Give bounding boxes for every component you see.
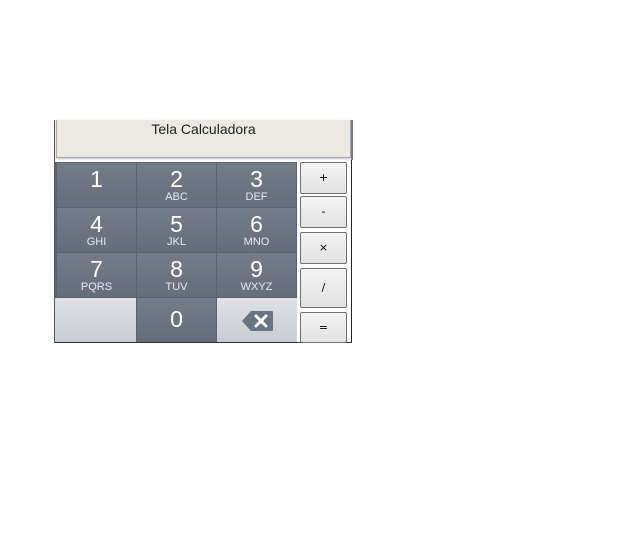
key-digit: 2 [170, 166, 183, 192]
key-digit: 8 [170, 256, 183, 282]
minus-button[interactable]: - [300, 196, 347, 228]
plus-button[interactable]: + [300, 162, 347, 194]
backspace-icon [242, 311, 273, 331]
calculator-right-edge [351, 160, 352, 342]
key-digit: 1 [90, 166, 103, 192]
key-letters: ABC [165, 191, 188, 203]
key-letters: PQRS [80, 281, 113, 293]
key-letters: WXYZ [240, 281, 273, 293]
key-letters: JKL [167, 236, 186, 248]
key-8[interactable]: 8 TUV [137, 253, 216, 297]
key-5[interactable]: 5 JKL [137, 208, 216, 252]
screen-edge [351, 120, 353, 160]
key-blank [55, 298, 136, 342]
calculator-screen: Tela Calculadora [56, 120, 351, 158]
key-digit: 7 [90, 256, 103, 282]
key-9[interactable]: 9 WXYZ [217, 253, 296, 297]
key-4[interactable]: 4 GHI [57, 208, 136, 252]
numeric-keypad: 1 2 ABC 3 DEF 4 GHI 5 JKL 6 MNO 7 PQRS 8… [55, 162, 297, 342]
key-1[interactable]: 1 [57, 163, 136, 207]
key-digit: 4 [90, 211, 103, 237]
divide-button[interactable]: / [300, 268, 347, 308]
calculator: Tela Calculadora 1 2 ABC 3 DEF 4 GHI 5 J… [54, 120, 353, 343]
multiply-button[interactable]: × [300, 232, 347, 264]
key-letters: DEF [245, 191, 268, 203]
key-digit: 3 [250, 166, 263, 192]
key-3[interactable]: 3 DEF [217, 163, 296, 207]
key-0[interactable]: 0 [137, 298, 216, 342]
screen-label: Tela Calculadora [151, 121, 256, 137]
key-letters: MNO [243, 236, 270, 248]
key-letters: TUV [165, 281, 188, 293]
key-digit: 9 [250, 256, 263, 282]
key-6[interactable]: 6 MNO [217, 208, 296, 252]
key-digit: 5 [170, 211, 183, 237]
key-7[interactable]: 7 PQRS [57, 253, 136, 297]
key-digit: 0 [170, 306, 183, 332]
equals-button[interactable]: = [300, 312, 347, 343]
key-letters: GHI [86, 236, 107, 248]
key-2[interactable]: 2 ABC [137, 163, 216, 207]
backspace-button[interactable] [217, 298, 297, 342]
key-digit: 6 [250, 211, 263, 237]
